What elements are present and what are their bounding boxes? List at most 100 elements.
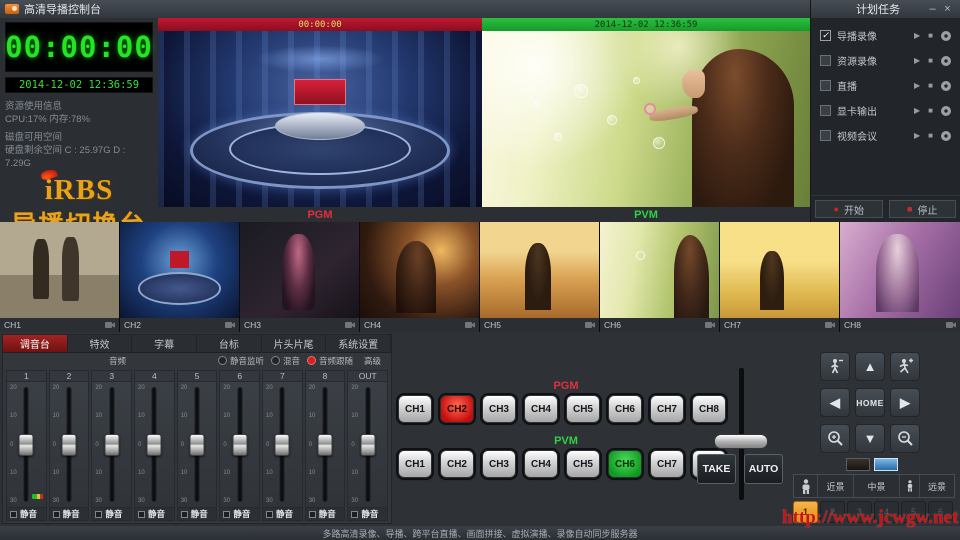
tab-mixer[interactable]: 调音台: [3, 335, 68, 352]
tilt-up-button[interactable]: ▲: [855, 352, 885, 381]
pgm-ch5-button[interactable]: CH5: [566, 395, 600, 423]
pgm-ch3-button[interactable]: CH3: [482, 395, 516, 423]
gear-icon[interactable]: [941, 106, 951, 116]
option-audio-follow[interactable]: 音频跟随: [307, 355, 353, 367]
mute-checkbox[interactable]: [351, 511, 358, 518]
checkbox-unchecked[interactable]: [820, 130, 831, 141]
tab-effects[interactable]: 特效: [68, 335, 133, 352]
pvm-ch2-button[interactable]: CH2: [440, 450, 474, 478]
fader-knob[interactable]: [147, 434, 162, 456]
preset-2[interactable]: 2: [820, 501, 845, 523]
speed-down-button[interactable]: [820, 352, 850, 381]
tab-intro-outro[interactable]: 片头片尾: [262, 335, 327, 352]
stop-icon[interactable]: ■: [928, 81, 933, 90]
channel-ch4[interactable]: CH4: [360, 222, 480, 332]
pan-right-button[interactable]: ▶: [890, 388, 920, 417]
checkbox-unchecked[interactable]: [820, 80, 831, 91]
auto-button[interactable]: AUTO: [744, 454, 783, 484]
take-button[interactable]: TAKE: [697, 454, 736, 484]
stop-button[interactable]: ■ 停止: [889, 200, 957, 218]
tab-subtitles[interactable]: 字幕: [132, 335, 197, 352]
pvm-ch5-button[interactable]: CH5: [566, 450, 600, 478]
pvm-ch3-button[interactable]: CH3: [482, 450, 516, 478]
fader-knob[interactable]: [360, 434, 375, 456]
fader-knob[interactable]: [318, 434, 333, 456]
option-mix[interactable]: 混音: [271, 355, 300, 367]
pgm-ch6-button[interactable]: CH6: [608, 395, 642, 423]
tab-logo[interactable]: 台标: [197, 335, 262, 352]
advanced-button[interactable]: 高级: [360, 355, 385, 367]
preset-4[interactable]: 4: [874, 501, 899, 523]
fader-knob[interactable]: [275, 434, 290, 456]
tilt-down-button[interactable]: ▼: [855, 424, 885, 453]
pgm-ch4-button[interactable]: CH4: [524, 395, 558, 423]
shot-mid-button[interactable]: 中景: [854, 475, 900, 497]
pgm-ch7-button[interactable]: CH7: [650, 395, 684, 423]
shot-near-button[interactable]: 近景: [818, 475, 854, 497]
channel-ch5[interactable]: CH5: [480, 222, 600, 332]
pgm-ch8-button[interactable]: CH8: [692, 395, 726, 423]
checkbox-unchecked[interactable]: [820, 105, 831, 116]
play-icon[interactable]: ▶: [914, 131, 920, 140]
play-icon[interactable]: ▶: [914, 106, 920, 115]
pvm-video[interactable]: [482, 31, 810, 207]
stop-icon[interactable]: ■: [928, 131, 933, 140]
option-mute-monitor[interactable]: 静音监听: [218, 355, 264, 367]
preset-1-active[interactable]: 1: [793, 501, 818, 523]
pvm-ch7-button[interactable]: CH7: [650, 450, 684, 478]
play-icon[interactable]: ▶: [914, 56, 920, 65]
pgm-ch2-button-active[interactable]: CH2: [440, 395, 474, 423]
fader-knob[interactable]: [19, 434, 34, 456]
pan-left-button[interactable]: ◀: [820, 388, 850, 417]
home-button[interactable]: HOME: [855, 388, 885, 417]
mute-checkbox[interactable]: [223, 511, 230, 518]
mute-checkbox[interactable]: [266, 511, 273, 518]
channel-ch6[interactable]: CH6: [600, 222, 720, 332]
minimize-button[interactable]: –: [925, 3, 940, 15]
gear-icon[interactable]: [941, 81, 951, 91]
mute-checkbox[interactable]: [53, 511, 60, 518]
preset-5[interactable]: 5: [901, 501, 926, 523]
mute-checkbox[interactable]: [181, 511, 188, 518]
pvm-ch4-button[interactable]: CH4: [524, 450, 558, 478]
pgm-ch1-button[interactable]: CH1: [398, 395, 432, 423]
channel-ch2[interactable]: CH2: [120, 222, 240, 332]
tab-system-settings[interactable]: 系统设置: [326, 335, 391, 352]
gear-icon[interactable]: [941, 56, 951, 66]
zoom-in-button[interactable]: [820, 424, 850, 453]
gear-icon[interactable]: [941, 31, 951, 41]
channel-ch1[interactable]: CH1: [0, 222, 120, 332]
speed-up-button[interactable]: [890, 352, 920, 381]
channel-ch7[interactable]: CH7: [720, 222, 840, 332]
channel-ch3[interactable]: CH3: [240, 222, 360, 332]
shot-far-button[interactable]: 远景: [920, 475, 954, 497]
preset-3[interactable]: 3: [847, 501, 872, 523]
preset-thumbnail-2-selected[interactable]: [874, 458, 898, 471]
mute-checkbox[interactable]: [138, 511, 145, 518]
fader-knob[interactable]: [232, 434, 247, 456]
pgm-video[interactable]: [158, 31, 482, 207]
stop-icon[interactable]: ■: [928, 56, 933, 65]
start-button[interactable]: ● 开始: [815, 200, 883, 218]
close-button[interactable]: ×: [940, 3, 955, 15]
fader-knob[interactable]: [190, 434, 205, 456]
play-icon[interactable]: ▶: [914, 81, 920, 90]
preset-6[interactable]: 6: [928, 501, 953, 523]
stop-icon[interactable]: ■: [928, 31, 933, 40]
channel-ch8[interactable]: CH8: [840, 222, 960, 332]
pvm-ch1-button[interactable]: CH1: [398, 450, 432, 478]
t-bar-handle[interactable]: [714, 434, 768, 449]
gear-icon[interactable]: [941, 131, 951, 141]
fader-knob[interactable]: [62, 434, 77, 456]
stop-icon[interactable]: ■: [928, 106, 933, 115]
checkbox-unchecked[interactable]: [820, 55, 831, 66]
zoom-out-button[interactable]: [890, 424, 920, 453]
play-icon[interactable]: ▶: [914, 31, 920, 40]
fader-knob[interactable]: [104, 434, 119, 456]
checkbox-checked[interactable]: ✓: [820, 30, 831, 41]
preset-thumbnail-1[interactable]: [846, 458, 870, 471]
mute-checkbox[interactable]: [10, 511, 17, 518]
pvm-ch6-button-active[interactable]: CH6: [608, 450, 642, 478]
mute-checkbox[interactable]: [309, 511, 316, 518]
mute-checkbox[interactable]: [95, 511, 102, 518]
